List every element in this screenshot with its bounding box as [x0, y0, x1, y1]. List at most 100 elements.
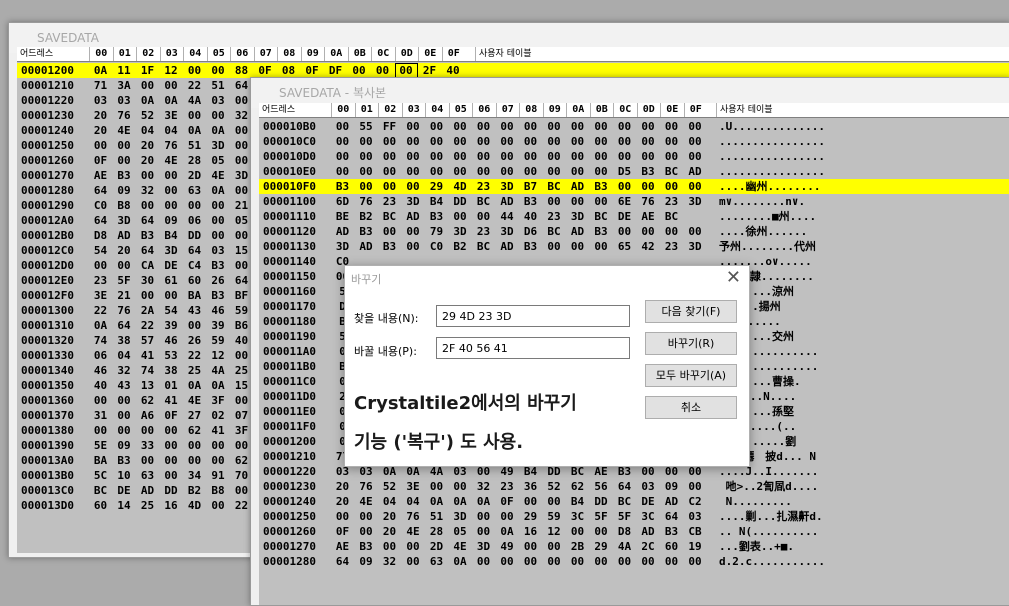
hex-byte[interactable]: 51 — [425, 509, 448, 524]
hex-byte[interactable]: 19 — [684, 539, 707, 554]
hex-byte[interactable]: 00 — [449, 119, 472, 134]
hex-byte[interactable]: 00 — [425, 164, 448, 179]
hex-byte[interactable]: 46 — [160, 333, 183, 348]
hex-byte[interactable]: 79 — [425, 224, 448, 239]
hex-byte[interactable]: 01 — [160, 378, 183, 393]
hex-byte[interactable]: 00 — [496, 509, 519, 524]
hex-byte[interactable]: B3 — [660, 524, 683, 539]
hex-byte[interactable]: 00 — [543, 539, 566, 554]
hex-byte[interactable]: 4E — [207, 168, 230, 183]
hex-byte[interactable]: 00 — [472, 119, 495, 134]
hex-byte[interactable]: 00 — [402, 554, 425, 569]
hex-byte[interactable]: BA — [183, 288, 206, 303]
hex-byte[interactable]: 3A — [113, 78, 136, 93]
hex-byte[interactable]: 00 — [590, 119, 613, 134]
hex-byte[interactable]: 62 — [566, 479, 589, 494]
hex-byte[interactable]: 0F — [254, 63, 277, 78]
hex-byte[interactable]: B3 — [355, 224, 378, 239]
hex-byte[interactable]: 32 — [136, 183, 159, 198]
hex-byte[interactable]: 00 — [590, 239, 613, 254]
hex-byte[interactable]: 23 — [496, 479, 519, 494]
hex-byte[interactable]: 0A — [472, 494, 495, 509]
hex-byte[interactable]: 22 — [136, 318, 159, 333]
hex-byte[interactable]: 00 — [449, 134, 472, 149]
hex-byte[interactable]: 63 — [183, 183, 206, 198]
hex-byte[interactable]: 23 — [89, 273, 112, 288]
hex-byte[interactable]: 00 — [355, 149, 378, 164]
hex-byte[interactable]: 00 — [355, 179, 378, 194]
hex-byte[interactable]: 00 — [566, 524, 589, 539]
hex-byte[interactable]: D8 — [613, 524, 636, 539]
hex-byte[interactable]: 2B — [566, 539, 589, 554]
hex-byte[interactable]: 0A — [496, 524, 519, 539]
hex-byte[interactable]: 51 — [207, 78, 230, 93]
hex-byte[interactable]: 00 — [566, 134, 589, 149]
hex-byte[interactable]: 0A — [449, 554, 472, 569]
hex-byte[interactable]: 3E — [89, 288, 112, 303]
hex-byte[interactable]: 0F — [160, 408, 183, 423]
hex-byte[interactable]: 00 — [378, 134, 401, 149]
hex-byte[interactable]: 00 — [183, 198, 206, 213]
hex-byte[interactable]: 14 — [113, 498, 136, 513]
hex-byte[interactable]: 04 — [160, 123, 183, 138]
hex-byte[interactable]: 00 — [183, 63, 206, 78]
hex-byte[interactable]: 28 — [425, 524, 448, 539]
hex-byte[interactable]: 11 — [113, 63, 136, 78]
hex-byte[interactable]: 04 — [136, 123, 159, 138]
hex-byte[interactable]: 0A — [136, 93, 159, 108]
hex-byte[interactable]: 2A — [136, 303, 159, 318]
hex-byte[interactable]: 62 — [183, 423, 206, 438]
hex-byte[interactable]: 4A — [207, 363, 230, 378]
hex-byte[interactable]: 3F — [207, 393, 230, 408]
hex-byte[interactable]: 59 — [207, 333, 230, 348]
hex-byte[interactable]: 00 — [543, 149, 566, 164]
hex-byte[interactable]: 3D — [566, 209, 589, 224]
hex-byte[interactable]: 00 — [113, 258, 136, 273]
hex-byte[interactable]: 20 — [136, 138, 159, 153]
hex-byte[interactable]: B3 — [519, 239, 542, 254]
hex-byte[interactable]: 00 — [160, 183, 183, 198]
hex-byte[interactable]: AD — [331, 224, 354, 239]
hex-byte[interactable]: 76 — [402, 509, 425, 524]
hex-byte[interactable]: 00 — [160, 288, 183, 303]
hex-byte[interactable]: 3D — [449, 509, 472, 524]
hex-byte[interactable]: 3D — [496, 179, 519, 194]
hex-byte[interactable]: 00 — [519, 149, 542, 164]
hex-byte[interactable]: 00 — [637, 554, 660, 569]
hex-byte[interactable]: 09 — [160, 213, 183, 228]
hex-byte[interactable]: 60 — [183, 273, 206, 288]
hex-byte[interactable]: 00 — [89, 393, 112, 408]
hex-byte[interactable]: 00 — [472, 509, 495, 524]
hex-byte[interactable]: AD — [496, 194, 519, 209]
hex-byte[interactable]: 4D — [449, 179, 472, 194]
hex-byte[interactable]: 3C — [637, 509, 660, 524]
hex-byte[interactable]: 4E — [402, 524, 425, 539]
hex-byte[interactable]: BE — [331, 209, 354, 224]
hex-byte[interactable]: 63 — [136, 468, 159, 483]
hex-byte[interactable]: 00 — [331, 134, 354, 149]
hex-byte[interactable]: AD — [660, 494, 683, 509]
selected-row[interactable]: 000010F0 B3 00 00 00 29 4D 23 3D B7 BC AD B3 00 00 00 00… — [259, 179, 1009, 194]
hex-byte[interactable]: 00 — [402, 164, 425, 179]
hex-byte[interactable]: 00 — [371, 63, 394, 78]
hex-byte[interactable]: 09 — [355, 554, 378, 569]
hex-byte[interactable]: 00 — [496, 134, 519, 149]
hex-byte[interactable]: 20 — [89, 108, 112, 123]
hex-byte[interactable]: AD — [566, 179, 589, 194]
hex-byte[interactable]: B4 — [425, 194, 448, 209]
hex-byte[interactable]: 00 — [543, 164, 566, 179]
hex-byte[interactable]: 55 — [355, 119, 378, 134]
hex-byte[interactable]: 04 — [402, 494, 425, 509]
hex-byte[interactable]: 0A — [449, 494, 472, 509]
hex-byte[interactable]: 76 — [355, 194, 378, 209]
hex-byte[interactable]: 00 — [613, 119, 636, 134]
hex-byte[interactable]: 12 — [207, 348, 230, 363]
hex-byte[interactable]: 25 — [136, 498, 159, 513]
hex-byte[interactable]: B3 — [207, 258, 230, 273]
hex-byte[interactable]: 00 — [613, 179, 636, 194]
hex-byte[interactable]: BC — [89, 483, 112, 498]
hex-byte[interactable]: 88 — [230, 63, 253, 78]
hex-byte[interactable]: 00 — [496, 554, 519, 569]
hex-byte[interactable]: 3D — [160, 243, 183, 258]
hex-row[interactable]: 000010D0 00 00 00 00 00 00 00 00 00 00 00 00 00 00 00 00… — [259, 149, 1009, 164]
